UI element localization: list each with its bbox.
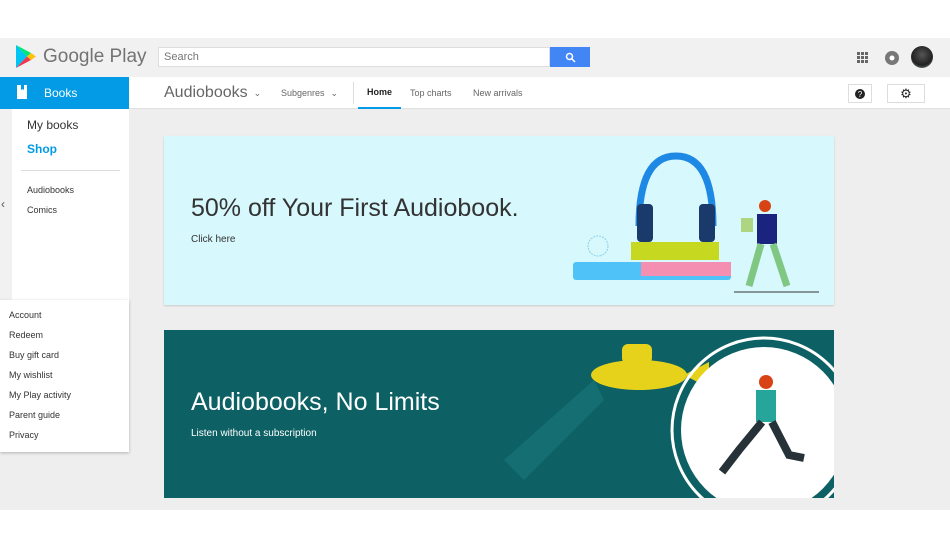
- menu-redeem[interactable]: Redeem: [0, 330, 129, 350]
- headphones-books-illustration: [573, 152, 819, 293]
- menu-my-play-activity[interactable]: My Play activity: [0, 390, 129, 410]
- tab-new-arrivals[interactable]: New arrivals: [473, 77, 523, 109]
- tab-top-charts[interactable]: Top charts: [410, 77, 452, 109]
- sidebar: My books Shop Audiobooks Comics: [12, 109, 129, 300]
- notifications-icon[interactable]: [885, 51, 899, 65]
- svg-text:?: ?: [858, 90, 863, 99]
- sidebar-item-shop[interactable]: Shop: [27, 142, 57, 156]
- banner-title: Audiobooks, No Limits: [191, 388, 440, 416]
- menu-buy-gift-card[interactable]: Buy gift card: [0, 350, 129, 370]
- avatar[interactable]: [911, 46, 933, 68]
- logo-text[interactable]: Google Play: [43, 46, 147, 68]
- sidebar-item-comics[interactable]: Comics: [27, 205, 57, 215]
- account-menu: Account Redeem Buy gift card My wishlist…: [0, 300, 129, 452]
- gear-icon: ⚙: [900, 85, 912, 101]
- help-icon: ?: [855, 88, 865, 99]
- category-dropdown[interactable]: Audiobooks ⌄: [164, 77, 261, 109]
- divider: [353, 82, 354, 104]
- promo-banner-no-limits[interactable]: Audiobooks, No Limits Listen without a s…: [164, 330, 834, 498]
- banner-link[interactable]: Click here: [191, 234, 235, 245]
- settings-button[interactable]: ⚙: [887, 84, 925, 103]
- chevron-down-icon: ⌄: [330, 87, 339, 98]
- search-input[interactable]: [158, 47, 550, 67]
- tab-home[interactable]: Home: [358, 77, 401, 109]
- divider: [21, 170, 120, 171]
- book-icon: [17, 85, 27, 99]
- sidebar-item-audiobooks[interactable]: Audiobooks: [27, 185, 74, 195]
- menu-parent-guide[interactable]: Parent guide: [0, 410, 129, 430]
- submarine-runner-illustration: [504, 336, 834, 498]
- banner-title: 50% off Your First Audiobook.: [191, 194, 519, 222]
- search-button[interactable]: [550, 47, 590, 67]
- chevron-left-icon: ‹: [1, 197, 5, 211]
- books-label: Books: [44, 86, 78, 100]
- google-play-logo-icon[interactable]: [15, 44, 37, 69]
- banner-subtitle: Listen without a subscription: [191, 428, 317, 439]
- menu-account[interactable]: Account: [0, 310, 129, 330]
- search-icon: [565, 52, 576, 63]
- menu-my-wishlist[interactable]: My wishlist: [0, 370, 129, 390]
- sidebar-collapse[interactable]: ‹: [0, 109, 12, 300]
- promo-banner-first-audiobook[interactable]: 50% off Your First Audiobook. Click here: [164, 136, 834, 305]
- subgenres-label: Subgenres: [281, 88, 325, 98]
- subgenres-dropdown[interactable]: Subgenres ⌄: [281, 77, 338, 109]
- help-button[interactable]: ?: [848, 84, 872, 103]
- menu-privacy[interactable]: Privacy: [0, 430, 129, 450]
- sidebar-item-my-books[interactable]: My books: [27, 118, 78, 132]
- apps-icon[interactable]: [857, 52, 868, 63]
- category-label: Audiobooks: [164, 84, 248, 101]
- chevron-down-icon: ⌄: [253, 87, 262, 98]
